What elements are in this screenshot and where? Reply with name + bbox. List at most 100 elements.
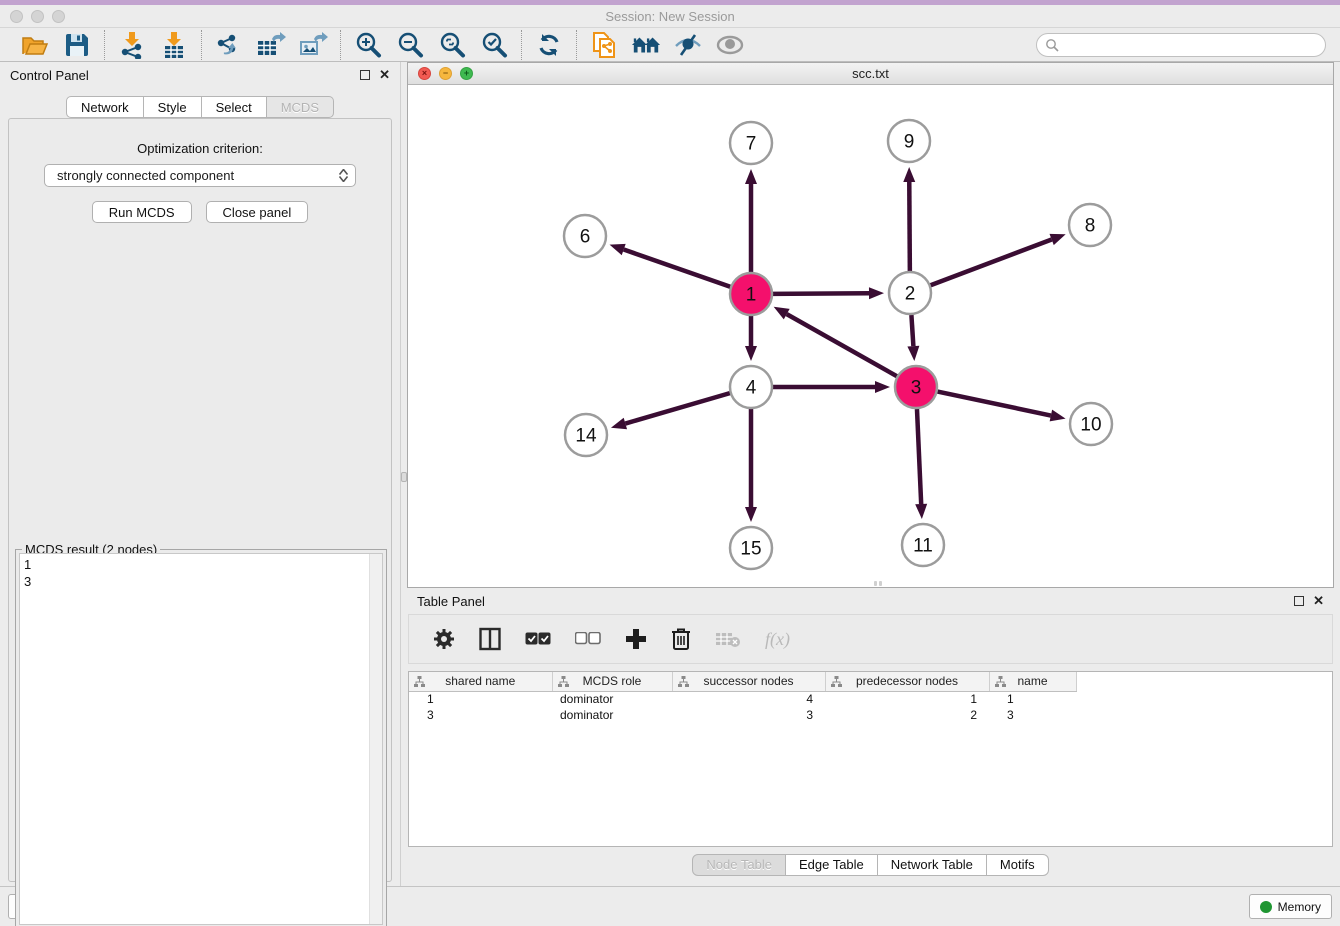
- edge-3-1[interactable]: [787, 314, 897, 376]
- save-session-icon[interactable]: [62, 31, 92, 59]
- edge-arrowhead: [745, 507, 757, 522]
- close-panel-icon[interactable]: ✕: [379, 70, 390, 80]
- column-header-name[interactable]: name: [989, 672, 1076, 691]
- mcds-result-text[interactable]: 1 3: [20, 554, 369, 924]
- tab-motifs[interactable]: Motifs: [987, 854, 1049, 876]
- optimization-criterion-value: strongly connected component: [57, 168, 335, 183]
- add-column-icon[interactable]: [625, 628, 647, 650]
- app-titlebar: Session: New Session: [0, 5, 1340, 28]
- network-canvas[interactable]: 7968124314101511: [408, 85, 1333, 587]
- column-header-predecessor-nodes[interactable]: predecessor nodes: [825, 672, 989, 691]
- edge-1-6[interactable]: [624, 250, 731, 287]
- panel-splitter[interactable]: [400, 62, 407, 886]
- cell[interactable]: 3: [672, 707, 825, 723]
- network-window-title: scc.txt: [408, 66, 1333, 81]
- cell[interactable]: 1: [989, 691, 1076, 707]
- cell[interactable]: 2: [825, 707, 989, 723]
- search-field[interactable]: [1036, 33, 1326, 57]
- cell[interactable]: 4: [672, 691, 825, 707]
- splitter-grip[interactable]: [401, 472, 407, 482]
- edge-arrowhead: [774, 307, 790, 320]
- table-row[interactable]: 3dominator323: [409, 707, 1076, 723]
- show-eye-icon[interactable]: [715, 31, 745, 59]
- import-network-icon[interactable]: [117, 31, 147, 59]
- tab-network[interactable]: Network: [66, 96, 144, 118]
- export-network-icon[interactable]: [214, 31, 244, 59]
- result-scrollbar[interactable]: [369, 554, 382, 924]
- optimization-criterion-label: Optimization criterion:: [9, 141, 391, 156]
- delete-column-icon[interactable]: [671, 627, 691, 651]
- cell[interactable]: 1: [409, 691, 552, 707]
- zoom-selected-icon[interactable]: [479, 31, 509, 59]
- zoom-in-icon[interactable]: [353, 31, 383, 59]
- open-session-icon[interactable]: [20, 31, 50, 59]
- horizontal-splitter-grip[interactable]: [871, 581, 885, 586]
- cell[interactable]: dominator: [552, 691, 672, 707]
- float-panel-icon[interactable]: [360, 70, 370, 80]
- edge-2-3[interactable]: [911, 315, 913, 346]
- memory-button[interactable]: Memory: [1249, 894, 1332, 919]
- node-label-7: 7: [746, 134, 757, 155]
- cell[interactable]: 1: [825, 691, 989, 707]
- tab-edge-table[interactable]: Edge Table: [786, 854, 878, 876]
- table-toolbar: f(x): [408, 614, 1333, 664]
- settings-gear-icon[interactable]: [433, 628, 455, 650]
- network-minimize-icon[interactable]: −: [439, 67, 452, 80]
- node-label-3: 3: [911, 378, 922, 399]
- search-input[interactable]: [1059, 38, 1317, 52]
- edge-3-11[interactable]: [917, 409, 921, 504]
- node-label-9: 9: [904, 132, 915, 153]
- export-table-icon[interactable]: [256, 31, 286, 59]
- column-header-successor-nodes[interactable]: successor nodes: [672, 672, 825, 691]
- float-table-panel-icon[interactable]: [1294, 596, 1304, 606]
- edge-arrowhead: [610, 244, 626, 255]
- column-layout-icon[interactable]: [479, 627, 501, 651]
- tab-style[interactable]: Style: [144, 96, 202, 118]
- tab-mcds[interactable]: MCDS: [267, 96, 334, 118]
- close-table-panel-icon[interactable]: ✕: [1313, 596, 1324, 606]
- edge-2-8[interactable]: [931, 239, 1052, 285]
- select-stepper-icon: [335, 169, 351, 182]
- edge-3-10[interactable]: [938, 392, 1051, 416]
- column-header-MCDS-role[interactable]: MCDS role: [552, 672, 672, 691]
- home-icon[interactable]: [631, 31, 661, 59]
- memory-label: Memory: [1278, 900, 1321, 914]
- column-header-shared-name[interactable]: shared name: [409, 672, 552, 691]
- cell[interactable]: 3: [989, 707, 1076, 723]
- memory-status-icon: [1260, 901, 1272, 913]
- tab-select[interactable]: Select: [202, 96, 267, 118]
- network-close-icon[interactable]: ×: [418, 67, 431, 80]
- network-view-window: × − + scc.txt 7968124314101511: [407, 62, 1334, 588]
- table-panel-title: Table Panel: [417, 594, 485, 609]
- run-mcds-button[interactable]: Run MCDS: [92, 201, 192, 223]
- node-label-14: 14: [575, 426, 597, 447]
- select-all-checked-icon[interactable]: [525, 632, 551, 646]
- close-panel-button[interactable]: Close panel: [206, 201, 309, 223]
- cell[interactable]: 3: [409, 707, 552, 723]
- tab-node-table[interactable]: Node Table: [692, 854, 786, 876]
- tab-network-table[interactable]: Network Table: [878, 854, 987, 876]
- optimization-criterion-select[interactable]: strongly connected component: [44, 164, 356, 187]
- network-maximize-icon[interactable]: +: [460, 67, 473, 80]
- edge-arrowhead: [869, 287, 884, 299]
- network-window-titlebar[interactable]: × − + scc.txt: [408, 63, 1333, 85]
- duplicate-network-icon[interactable]: [589, 31, 619, 59]
- network-graph[interactable]: 7968124314101511: [408, 85, 1333, 587]
- table-row[interactable]: 1dominator411: [409, 691, 1076, 707]
- zoom-out-icon[interactable]: [395, 31, 425, 59]
- edge-4-14[interactable]: [625, 393, 730, 423]
- refresh-icon[interactable]: [534, 31, 564, 59]
- edge-1-2[interactable]: [773, 293, 869, 294]
- edge-arrowhead: [915, 504, 927, 519]
- deselect-all-icon[interactable]: [575, 632, 601, 646]
- edge-2-9[interactable]: [909, 182, 910, 271]
- edge-arrowhead: [875, 381, 890, 393]
- function-builder-icon: f(x): [765, 629, 790, 650]
- zoom-fit-icon[interactable]: [437, 31, 467, 59]
- export-image-icon[interactable]: [298, 31, 328, 59]
- import-table-icon[interactable]: [159, 31, 189, 59]
- node-table-area[interactable]: shared nameMCDS rolesuccessor nodesprede…: [408, 671, 1333, 847]
- hide-eye-icon[interactable]: [673, 31, 703, 59]
- cell[interactable]: dominator: [552, 707, 672, 723]
- edge-arrowhead: [1050, 410, 1066, 422]
